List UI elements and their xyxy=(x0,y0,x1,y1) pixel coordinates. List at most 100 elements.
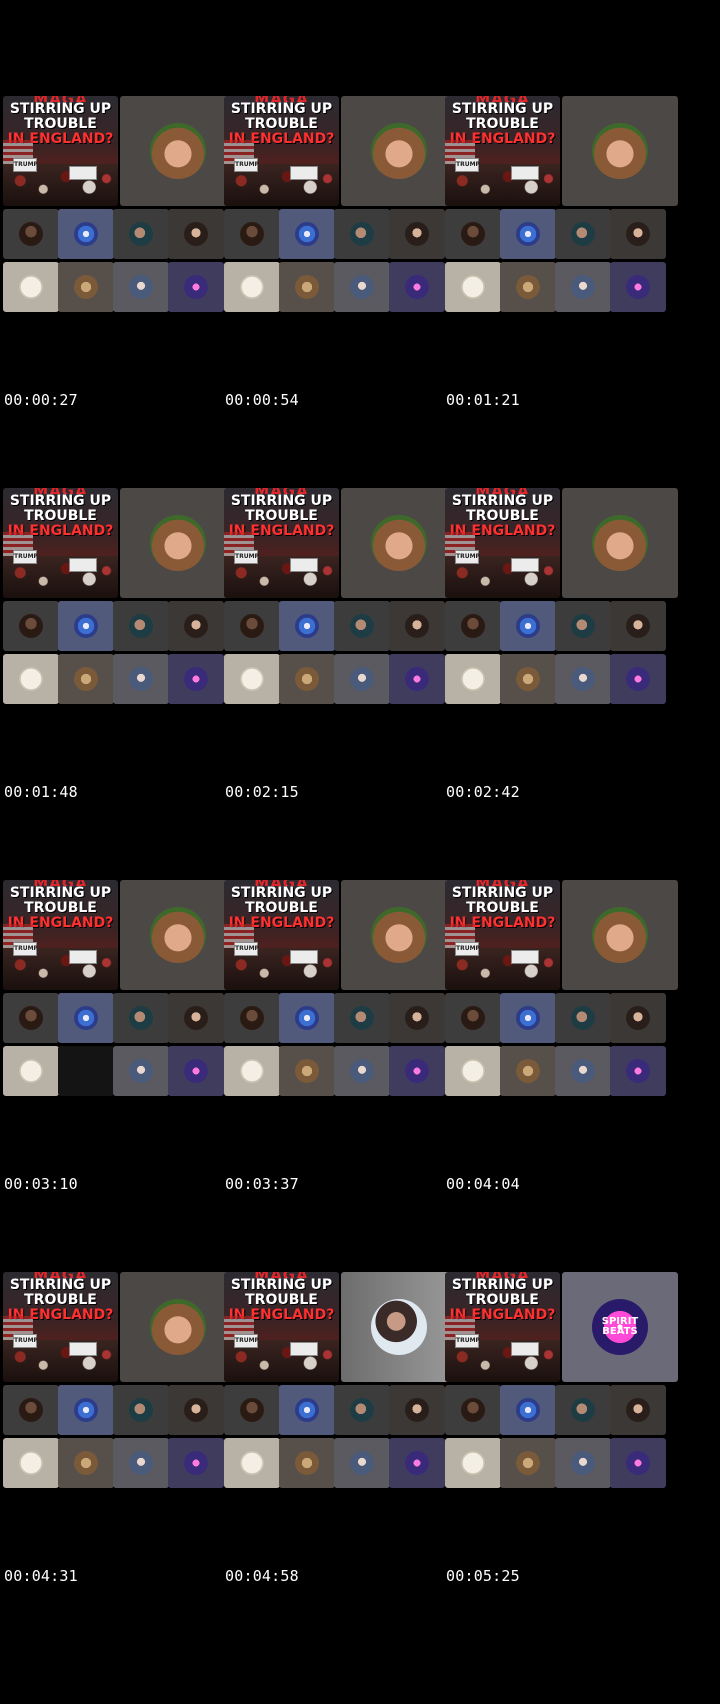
participant-tile[interactable] xyxy=(168,601,224,651)
participant-tile[interactable] xyxy=(3,654,59,704)
participant-tile[interactable] xyxy=(3,601,59,651)
participant-tile[interactable] xyxy=(279,993,335,1043)
participant-tile[interactable] xyxy=(3,1438,59,1488)
participant-tile[interactable] xyxy=(555,209,611,259)
participant-tile[interactable] xyxy=(334,993,390,1043)
active-speaker-tile[interactable] xyxy=(120,96,236,206)
participant-tile[interactable] xyxy=(445,209,501,259)
participant-tile[interactable] xyxy=(168,1438,224,1488)
video-frame[interactable]: MAGASTIRRING UPTROUBLEIN ENGLAND?TRUMP00… xyxy=(221,1168,461,1594)
participant-tile[interactable] xyxy=(445,1385,501,1435)
participant-tile[interactable] xyxy=(555,262,611,312)
participant-tile[interactable] xyxy=(224,1438,280,1488)
participant-tile[interactable] xyxy=(113,1046,169,1096)
participant-tile[interactable] xyxy=(500,1385,556,1435)
video-frame[interactable]: MAGASTIRRING UPTROUBLEIN ENGLAND?TRUMP00… xyxy=(221,384,461,810)
video-frame[interactable]: MAGASTIRRING UPTROUBLEIN ENGLAND?TRUMP00… xyxy=(0,776,240,1202)
participant-tile[interactable] xyxy=(555,1385,611,1435)
video-frame[interactable]: MAGASTIRRING UPTROUBLEIN ENGLAND?TRUMP00… xyxy=(221,0,461,418)
participant-tile[interactable] xyxy=(58,1438,114,1488)
participant-tile[interactable] xyxy=(168,654,224,704)
active-speaker-tile[interactable] xyxy=(562,96,678,206)
participant-tile[interactable] xyxy=(389,1438,445,1488)
participant-tile[interactable] xyxy=(610,601,666,651)
participant-tile[interactable] xyxy=(113,262,169,312)
participant-tile[interactable] xyxy=(224,209,280,259)
participant-tile[interactable] xyxy=(500,262,556,312)
video-frame[interactable]: MAGASTIRRING UPTROUBLEIN ENGLAND?TRUMP00… xyxy=(442,776,682,1202)
participant-tile[interactable] xyxy=(113,654,169,704)
participant-tile[interactable] xyxy=(58,1385,114,1435)
active-speaker-tile[interactable] xyxy=(120,1272,236,1382)
participant-tile[interactable] xyxy=(58,262,114,312)
participant-tile[interactable] xyxy=(445,1438,501,1488)
participant-tile[interactable] xyxy=(610,993,666,1043)
participant-tile[interactable] xyxy=(389,993,445,1043)
participant-tile[interactable] xyxy=(610,1046,666,1096)
participant-tile[interactable] xyxy=(113,1385,169,1435)
participant-tile[interactable] xyxy=(279,1438,335,1488)
video-frame[interactable]: MAGASTIRRING UPTROUBLEIN ENGLAND?TRUMP SP… xyxy=(442,1168,682,1594)
participant-tile[interactable] xyxy=(500,209,556,259)
participant-tile[interactable] xyxy=(334,1046,390,1096)
participant-tile[interactable] xyxy=(445,1046,501,1096)
participant-tile[interactable] xyxy=(500,654,556,704)
participant-tile[interactable] xyxy=(224,601,280,651)
participant-tile[interactable] xyxy=(389,1385,445,1435)
participant-tile[interactable] xyxy=(389,601,445,651)
participant-tile[interactable] xyxy=(500,601,556,651)
active-speaker-tile[interactable] xyxy=(341,1272,457,1382)
participant-tile[interactable] xyxy=(610,1438,666,1488)
participant-tile[interactable] xyxy=(500,1438,556,1488)
participant-tile[interactable] xyxy=(279,1046,335,1096)
participant-tile[interactable] xyxy=(113,601,169,651)
participant-tile[interactable] xyxy=(58,1046,114,1096)
participant-tile[interactable] xyxy=(168,993,224,1043)
participant-tile[interactable] xyxy=(279,654,335,704)
participant-tile[interactable] xyxy=(500,993,556,1043)
participant-tile[interactable] xyxy=(168,1046,224,1096)
participant-tile[interactable] xyxy=(3,1046,59,1096)
video-frame[interactable]: MAGASTIRRING UPTROUBLEIN ENGLAND?TRUMP00… xyxy=(221,776,461,1202)
participant-tile[interactable] xyxy=(334,601,390,651)
video-frame[interactable]: MAGASTIRRING UPTROUBLEIN ENGLAND?TRUMP00… xyxy=(0,0,240,418)
video-frame[interactable]: MAGASTIRRING UPTROUBLEIN ENGLAND?TRUMP00… xyxy=(442,0,682,418)
active-speaker-tile[interactable] xyxy=(120,880,236,990)
video-frame[interactable]: MAGASTIRRING UPTROUBLEIN ENGLAND?TRUMP00… xyxy=(0,384,240,810)
participant-tile[interactable] xyxy=(224,262,280,312)
participant-tile[interactable] xyxy=(610,262,666,312)
active-speaker-tile[interactable] xyxy=(341,96,457,206)
participant-tile[interactable] xyxy=(555,601,611,651)
participant-tile[interactable] xyxy=(113,993,169,1043)
participant-tile[interactable] xyxy=(555,993,611,1043)
participant-tile[interactable] xyxy=(610,209,666,259)
active-speaker-tile[interactable] xyxy=(341,488,457,598)
participant-tile[interactable] xyxy=(3,209,59,259)
participant-tile[interactable] xyxy=(58,601,114,651)
participant-tile[interactable] xyxy=(334,1438,390,1488)
participant-tile[interactable] xyxy=(224,993,280,1043)
participant-tile[interactable] xyxy=(610,1385,666,1435)
participant-tile[interactable] xyxy=(389,262,445,312)
participant-tile[interactable] xyxy=(279,209,335,259)
participant-tile[interactable] xyxy=(389,654,445,704)
participant-tile[interactable] xyxy=(500,1046,556,1096)
participant-tile[interactable] xyxy=(279,262,335,312)
video-frame[interactable]: MAGASTIRRING UPTROUBLEIN ENGLAND?TRUMP00… xyxy=(442,384,682,810)
participant-tile[interactable] xyxy=(3,993,59,1043)
active-speaker-tile[interactable]: SPIRIT BEATS xyxy=(562,1272,678,1382)
participant-tile[interactable] xyxy=(445,601,501,651)
participant-tile[interactable] xyxy=(224,654,280,704)
participant-tile[interactable] xyxy=(389,1046,445,1096)
participant-tile[interactable] xyxy=(555,1438,611,1488)
participant-tile[interactable] xyxy=(58,654,114,704)
participant-tile[interactable] xyxy=(113,209,169,259)
participant-tile[interactable] xyxy=(279,1385,335,1435)
participant-tile[interactable] xyxy=(334,654,390,704)
participant-tile[interactable] xyxy=(113,1438,169,1488)
participant-tile[interactable] xyxy=(555,1046,611,1096)
participant-tile[interactable] xyxy=(445,262,501,312)
participant-tile[interactable] xyxy=(610,654,666,704)
active-speaker-tile[interactable] xyxy=(562,488,678,598)
participant-tile[interactable] xyxy=(3,262,59,312)
